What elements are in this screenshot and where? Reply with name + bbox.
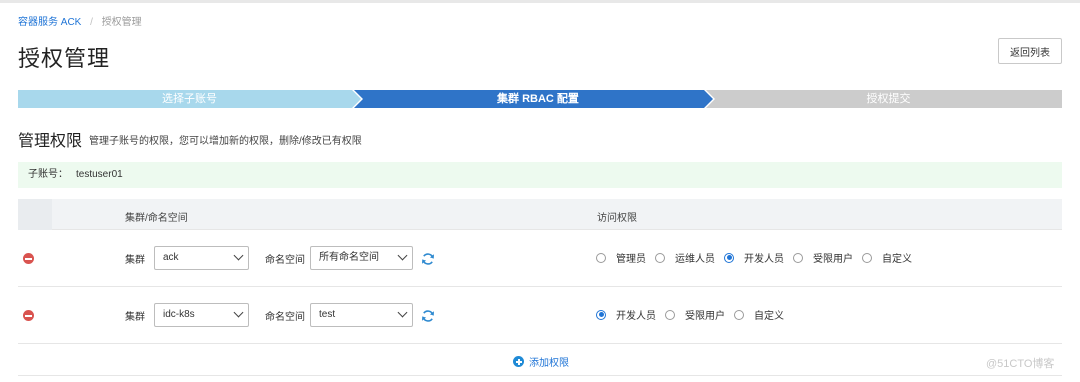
breadcrumb-current: 授权管理 <box>101 17 142 28</box>
breadcrumb: 容器服务 ACK / 授权管理 <box>18 13 142 28</box>
role-label: 开发人员 <box>616 311 656 322</box>
section-title: 管理权限 <box>18 133 83 150</box>
role-label: 自定义 <box>882 254 912 265</box>
chevron-down-icon <box>233 307 244 318</box>
role-radio-restricted[interactable]: 受限用户 <box>793 250 853 265</box>
table-header: 集群/命名空间 访问权限 <box>18 199 1062 230</box>
table-row: 集群 ack 命名空间 所有命名空间 管理员 运维人员 开发人员 受限用户 自定… <box>18 230 1062 287</box>
role-radio-group: 管理员 运维人员 开发人员 受限用户 自定义 <box>596 250 921 265</box>
breadcrumb-link-ack[interactable]: 容器服务 ACK <box>18 17 81 28</box>
radio-circle-checked <box>724 252 734 263</box>
chevron-down-icon <box>397 307 408 318</box>
role-label: 受限用户 <box>685 311 725 322</box>
role-radio-custom[interactable]: 自定义 <box>734 307 784 322</box>
cluster-select[interactable]: idc-k8s <box>154 303 249 327</box>
radio-circle <box>596 252 606 263</box>
radio-circle <box>665 309 675 320</box>
add-row: 添加权限 <box>18 344 1062 377</box>
radio-circle <box>793 252 803 263</box>
page-title: 授权管理 <box>18 46 111 71</box>
add-permission-label: 添加权限 <box>529 358 569 369</box>
namespace-label: 命名空间 <box>265 255 305 266</box>
remove-permission-icon[interactable] <box>23 253 34 264</box>
section-description: 管理子账号的权限，您可以增加新的权限，删除/修改已有权限 <box>89 136 362 147</box>
permissions-table: 集群/命名空间 访问权限 集群 ack 命名空间 所有命名空间 管理员 运维人员… <box>18 199 1062 377</box>
step-progress: 选择子账号 集群 RBAC 配置 授权提交 <box>18 90 1062 108</box>
sub-account-value: testuser01 <box>76 169 123 180</box>
role-radio-developer[interactable]: 开发人员 <box>724 250 784 265</box>
top-border <box>0 0 1080 3</box>
header-cluster-namespace: 集群/命名空间 <box>125 213 188 224</box>
radio-circle <box>655 252 665 263</box>
role-radio-developer[interactable]: 开发人员 <box>596 307 656 322</box>
role-radio-admin[interactable]: 管理员 <box>596 250 646 265</box>
refresh-icon[interactable] <box>421 309 435 323</box>
step-3-label[interactable]: 授权提交 <box>715 90 1062 108</box>
cluster-select[interactable]: ack <box>154 246 249 270</box>
watermark: @51CTO博客 <box>986 358 1055 370</box>
back-to-list-button[interactable]: 返回列表 <box>998 38 1062 64</box>
breadcrumb-separator: / <box>90 17 93 28</box>
role-label: 运维人员 <box>675 254 715 265</box>
role-label: 开发人员 <box>744 254 784 265</box>
radio-circle-checked <box>596 309 606 320</box>
role-radio-custom[interactable]: 自定义 <box>862 250 912 265</box>
role-radio-restricted[interactable]: 受限用户 <box>665 307 725 322</box>
step-1-label[interactable]: 选择子账号 <box>18 90 361 108</box>
sub-account-label: 子账号： <box>28 169 68 180</box>
plus-circle-icon <box>513 356 524 367</box>
namespace-select[interactable]: test <box>310 303 413 327</box>
role-label: 自定义 <box>754 311 784 322</box>
namespace-label: 命名空间 <box>265 312 305 323</box>
role-radio-ops[interactable]: 运维人员 <box>655 250 715 265</box>
remove-permission-icon[interactable] <box>23 310 34 321</box>
cluster-select-value: ack <box>163 252 179 263</box>
radio-circle <box>862 252 872 263</box>
role-label: 受限用户 <box>813 254 853 265</box>
header-access-permission: 访问权限 <box>597 213 637 224</box>
table-row: 集群 idc-k8s 命名空间 test 开发人员 受限用户 自定义 <box>18 287 1062 344</box>
cluster-label: 集群 <box>125 255 145 266</box>
refresh-icon[interactable] <box>421 252 435 266</box>
divider <box>18 375 1062 376</box>
table-header-blank <box>18 199 52 230</box>
chevron-down-icon <box>397 250 408 261</box>
chevron-down-icon <box>233 250 244 261</box>
add-permission-button[interactable]: 添加权限 <box>513 354 569 369</box>
role-radio-group: 开发人员 受限用户 自定义 <box>596 307 793 322</box>
namespace-select[interactable]: 所有命名空间 <box>310 246 413 270</box>
cluster-label: 集群 <box>125 312 145 323</box>
namespace-select-value: 所有命名空间 <box>319 252 379 263</box>
sub-account-info: 子账号： testuser01 <box>18 162 1062 188</box>
step-2-label[interactable]: 集群 RBAC 配置 <box>363 90 713 108</box>
cluster-select-value: idc-k8s <box>163 309 195 320</box>
role-label: 管理员 <box>616 254 646 265</box>
radio-circle <box>734 309 744 320</box>
namespace-select-value: test <box>319 309 336 320</box>
